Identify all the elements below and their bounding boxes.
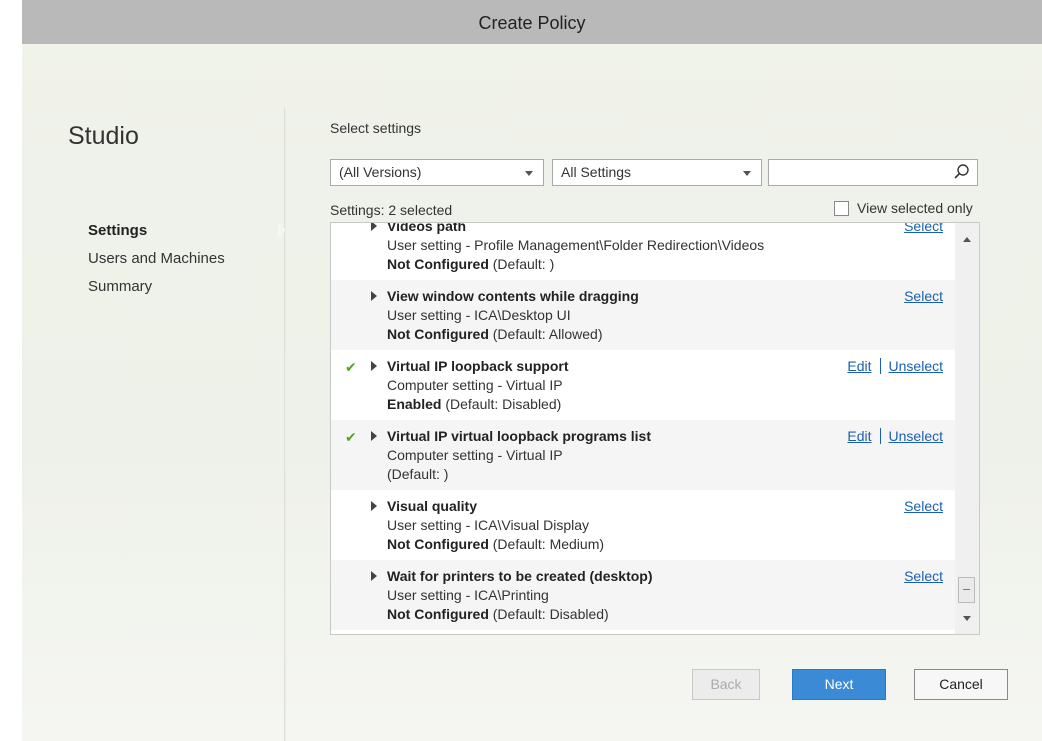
checkmark-icon: ✔ (345, 359, 357, 375)
window-title: Create Policy (478, 13, 586, 33)
expand-caret-icon[interactable] (371, 571, 377, 581)
list-item[interactable]: ✔ Virtual IP virtual loopback programs l… (331, 420, 955, 490)
scroll-thumb[interactable] (958, 577, 975, 603)
category-filter-dropdown[interactable]: All Settings (552, 159, 762, 186)
checkmark-icon: ✔ (345, 429, 357, 445)
step-settings[interactable]: Settings (88, 220, 225, 248)
unselect-link[interactable]: Unselect (889, 358, 943, 374)
setting-state: Enabled (Default: Disabled) (387, 396, 562, 412)
step-summary[interactable]: Summary (88, 276, 225, 304)
sidebar-divider (284, 108, 286, 741)
setting-state: Not Configured (Default: ) (387, 256, 555, 272)
setting-category: Computer setting - Virtual IP (387, 447, 563, 463)
edit-link[interactable]: Edit (847, 358, 871, 374)
step-users-and-machines[interactable]: Users and Machines (88, 248, 225, 276)
expand-caret-icon[interactable] (371, 431, 377, 441)
setting-category: Computer setting - Virtual IP (387, 377, 563, 393)
edit-link[interactable]: Edit (847, 428, 871, 444)
link-separator (879, 428, 881, 444)
setting-state: (Default: ) (387, 466, 449, 482)
back-button[interactable]: Back (692, 669, 760, 700)
vertical-scrollbar[interactable] (955, 223, 979, 634)
setting-state: Not Configured (Default: Allowed) (387, 326, 603, 342)
setting-name: Videos path (387, 222, 467, 234)
chevron-down-icon (743, 171, 751, 176)
wizard-steps: Settings Users and Machines Summary (88, 220, 225, 304)
category-filter-value: All Settings (561, 164, 632, 180)
scroll-up-arrow-icon[interactable] (963, 237, 971, 242)
select-link[interactable]: Select (904, 568, 943, 584)
settings-list[interactable]: Videos path User setting - Profile Manag… (330, 222, 980, 635)
next-button[interactable]: Next (792, 669, 886, 700)
select-link[interactable]: Select (904, 498, 943, 514)
chevron-down-icon (525, 171, 533, 176)
setting-category: User setting - Profile Management\Folder… (387, 237, 765, 253)
setting-category: User setting - ICA\Desktop UI (387, 307, 571, 323)
view-selected-only-checkbox[interactable] (834, 200, 849, 216)
search-input[interactable] (768, 159, 978, 186)
search-icon[interactable] (953, 163, 971, 181)
setting-name: View window contents while dragging (387, 288, 639, 304)
app-name: Studio (68, 122, 139, 150)
list-item[interactable]: Videos path User setting - Profile Manag… (331, 222, 955, 280)
version-filter-dropdown[interactable]: (All Versions) (330, 159, 544, 186)
select-link[interactable]: Select (904, 223, 943, 234)
list-item[interactable]: View window contents while dragging User… (331, 280, 955, 350)
setting-name: Visual quality (387, 498, 477, 514)
expand-caret-icon[interactable] (371, 501, 377, 511)
title-bar: Create Policy (22, 0, 1042, 44)
setting-state: Not Configured (Default: Disabled) (387, 606, 609, 622)
setting-category: User setting - ICA\Visual Display (387, 517, 590, 533)
expand-caret-icon[interactable] (371, 223, 377, 231)
version-filter-value: (All Versions) (339, 164, 422, 180)
unselect-link[interactable]: Unselect (889, 428, 943, 444)
list-item[interactable]: ✔ Virtual IP loopback support Computer s… (331, 350, 955, 420)
scroll-down-arrow-icon[interactable] (963, 616, 971, 621)
active-step-pointer (278, 222, 286, 238)
link-separator (879, 358, 881, 374)
expand-caret-icon[interactable] (371, 291, 377, 301)
view-selected-only-label: View selected only (857, 200, 973, 216)
create-policy-window: Create Policy Studio Settings Users and … (22, 0, 1042, 741)
setting-category: User setting - ICA\Printing (387, 587, 549, 603)
settings-selected-count: Settings: 2 selected (330, 202, 453, 218)
select-link[interactable]: Select (904, 288, 943, 304)
page-heading: Select settings (330, 120, 422, 136)
cancel-button[interactable]: Cancel (914, 669, 1008, 700)
setting-state: Not Configured (Default: Medium) (387, 536, 605, 552)
setting-name: Wait for printers to be created (desktop… (387, 568, 653, 584)
list-item[interactable]: Wait for printers to be created (desktop… (331, 560, 955, 630)
expand-caret-icon[interactable] (371, 361, 377, 371)
list-item[interactable]: Visual quality User setting - ICA\Visual… (331, 490, 955, 560)
view-selected-only-toggle[interactable]: View selected only (834, 200, 973, 216)
